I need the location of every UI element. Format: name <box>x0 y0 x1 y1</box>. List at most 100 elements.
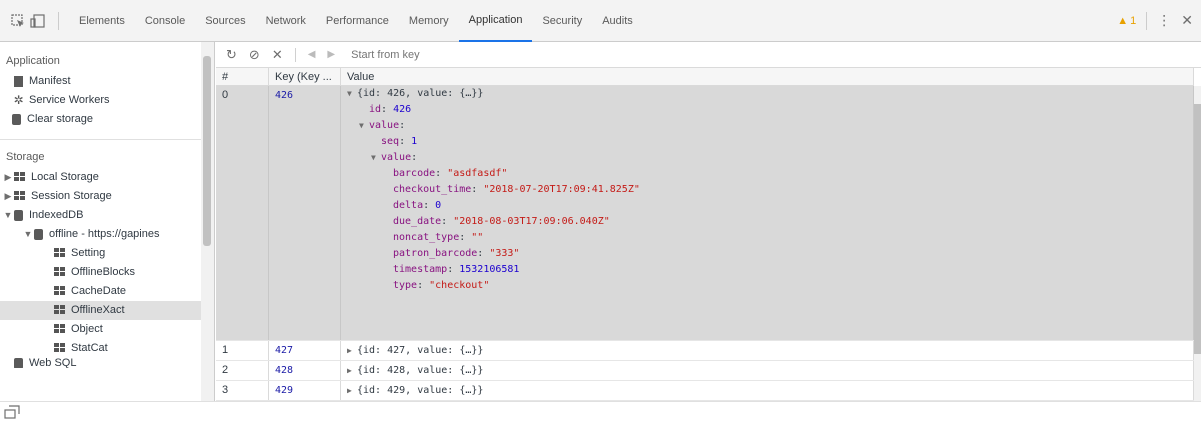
chevron-down-icon[interactable]: ▼ <box>2 206 14 225</box>
table-row[interactable]: 2 428 ▶ {id: 428, value: {…}} <box>216 361 1194 381</box>
tab-security[interactable]: Security <box>532 0 592 42</box>
sidebar-item-store-cachedate[interactable]: CacheDate <box>0 282 214 301</box>
tab-audits[interactable]: Audits <box>592 0 643 42</box>
value-property: delta: 0 <box>393 200 442 211</box>
sidebar-item-offline-db[interactable]: ▼ offline - https://gapines <box>0 225 214 244</box>
sidebar-heading-application[interactable]: Application <box>0 50 214 72</box>
more-options-icon[interactable]: ⋮ <box>1157 12 1171 29</box>
sidebar-item-clear-storage[interactable]: Clear storage <box>0 110 214 129</box>
warnings-counter[interactable]: ▲ 1 <box>1117 15 1136 27</box>
next-page-icon[interactable]: ▶ <box>327 49 335 60</box>
sidebar-item-label: StatCat <box>71 342 108 354</box>
chevron-right-icon[interactable]: ▶ <box>2 187 14 206</box>
sidebar-item-local-storage[interactable]: ▶ Local Storage <box>0 168 214 187</box>
table-row[interactable]: 1 427 ▶ {id: 427, value: {…}} <box>216 341 1194 361</box>
toolbar-separator <box>294 47 296 62</box>
data-view-toolbar: ↻ ⊘ ✕ ◀ ▶ <box>216 42 1201 68</box>
column-header-key[interactable]: Key (Key ... <box>269 68 341 85</box>
sidebar-item-websql[interactable]: Web SQL <box>0 358 214 368</box>
chevron-down-icon[interactable]: ▼ <box>371 150 381 166</box>
table-row[interactable]: 3 429 ▶ {id: 429, value: {…}} <box>216 381 1194 401</box>
value-property[interactable]: ▼ value: <box>347 150 1193 166</box>
chevron-down-icon[interactable]: ▼ <box>359 118 369 134</box>
indexeddb-data-view: ↻ ⊘ ✕ ◀ ▶ # Key (Key ... Value 0 426 ▼{i… <box>216 42 1201 401</box>
chevron-right-icon[interactable]: ▶ <box>347 341 357 360</box>
sidebar-item-label: Clear storage <box>27 113 94 125</box>
row-key: 429 <box>269 381 341 400</box>
table-icon <box>54 324 67 335</box>
tab-performance[interactable]: Performance <box>316 0 399 42</box>
table-icon <box>54 305 67 316</box>
property-value: "asdfasdf" <box>447 168 508 179</box>
value-property[interactable]: ▼ value: <box>347 118 1193 134</box>
property-key: barcode <box>393 168 436 179</box>
sidebar-item-store-offlineblocks[interactable]: OfflineBlocks <box>0 263 214 282</box>
tab-sources[interactable]: Sources <box>195 0 255 42</box>
close-icon[interactable]: ✕ <box>1181 12 1193 29</box>
chevron-right-icon[interactable]: ▶ <box>347 361 357 380</box>
value-summary[interactable]: ▼ {id: 426, value: {…}} <box>347 86 1193 102</box>
inspect-element-icon[interactable] <box>8 11 28 31</box>
warnings-count: 1 <box>1130 14 1137 27</box>
device-toolbar-icon[interactable] <box>28 11 48 31</box>
sidebar-scrollbar-thumb[interactable] <box>203 56 211 246</box>
property-key: seq <box>381 136 400 147</box>
sidebar-item-label: CacheDate <box>71 285 127 297</box>
sidebar-item-store-statcat[interactable]: StatCat <box>0 339 214 358</box>
value-summary-text: {id: 426, value: {…}} <box>357 88 484 99</box>
drawer-bar <box>0 401 1201 421</box>
chevron-down-icon[interactable]: ▼ <box>347 86 357 102</box>
property-key: id <box>369 104 382 115</box>
tab-elements[interactable]: Elements <box>69 0 135 42</box>
sidebar-item-label: Local Storage <box>31 171 99 183</box>
drawer-toggle-icon[interactable] <box>4 405 20 419</box>
property-key: type <box>393 280 418 291</box>
start-from-key-input[interactable] <box>347 44 578 65</box>
sidebar-item-store-object[interactable]: Object <box>0 320 214 339</box>
row-key: 428 <box>269 361 341 380</box>
sidebar-item-label: Session Storage <box>31 190 112 202</box>
property-value: 0 <box>435 200 442 211</box>
sidebar-item-label: Manifest <box>29 75 71 87</box>
previous-page-icon[interactable]: ◀ <box>308 49 316 60</box>
toolbar-separator <box>58 11 59 30</box>
toolbar-separator <box>1146 11 1148 30</box>
sidebar-item-indexeddb[interactable]: ▼ IndexedDB <box>0 206 214 225</box>
sidebar-item-store-offlinexact[interactable]: OfflineXact <box>0 301 214 320</box>
chevron-right-icon[interactable]: ▶ <box>347 381 357 400</box>
row-value: ▶ {id: 428, value: {…}} <box>341 361 1194 380</box>
chevron-down-icon[interactable]: ▼ <box>22 225 34 244</box>
tab-network[interactable]: Network <box>256 0 316 42</box>
sidebar-item-label: Web SQL <box>29 358 77 368</box>
row-index: 1 <box>216 341 269 360</box>
value-property: due_date: "2018-08-03T17:09:06.040Z" <box>393 216 610 227</box>
table-icon <box>54 248 67 259</box>
table-icon <box>14 172 27 183</box>
chevron-right-icon[interactable]: ▶ <box>2 168 14 187</box>
row-value: ▶ {id: 427, value: {…}} <box>341 341 1194 360</box>
clear-icon[interactable]: ⊘ <box>249 47 260 63</box>
sidebar-item-store-setting[interactable]: Setting <box>0 244 214 263</box>
tab-application[interactable]: Application <box>458 0 533 42</box>
value-property: id: 426 <box>369 104 412 115</box>
value-property: seq: 1 <box>381 136 418 147</box>
sidebar-item-manifest[interactable]: Manifest <box>0 72 214 91</box>
database-icon <box>14 358 23 368</box>
value-property: timestamp: 1532106581 <box>393 264 520 275</box>
tab-memory[interactable]: Memory <box>399 0 459 42</box>
table-scrollbar-thumb[interactable] <box>1194 104 1201 354</box>
refresh-icon[interactable]: ↻ <box>226 47 237 63</box>
sidebar-item-service-workers[interactable]: ✲ Service Workers <box>0 91 214 110</box>
value-property: patron_barcode: "333" <box>393 248 520 259</box>
column-header-value[interactable]: Value <box>341 68 1194 85</box>
table-row[interactable]: 0 426 ▼ {id: 426, value: {…}} id: 426 ▼ val… <box>216 86 1194 341</box>
property-value: "2018-07-20T17:09:41.825Z" <box>483 184 640 195</box>
sidebar-heading-storage[interactable]: Storage <box>0 146 214 168</box>
sidebar-item-label: IndexedDB <box>29 209 84 221</box>
row-key: 426 <box>269 86 341 340</box>
sidebar-item-session-storage[interactable]: ▶ Session Storage <box>0 187 214 206</box>
tab-console[interactable]: Console <box>135 0 195 42</box>
delete-selected-icon[interactable]: ✕ <box>272 47 283 63</box>
column-header-index[interactable]: # <box>216 68 269 85</box>
sidebar-item-label: offline - https://gapines <box>49 228 160 240</box>
